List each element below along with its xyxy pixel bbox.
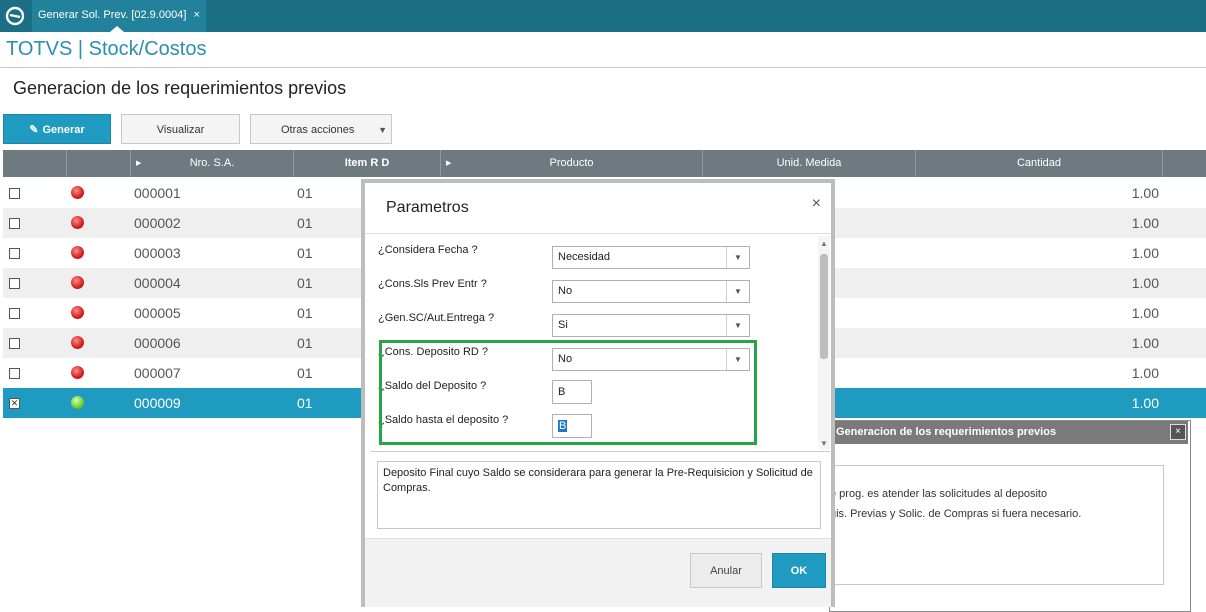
params-scrollbar[interactable]: ▲ ▼	[818, 236, 830, 450]
param-label: ¿Gen.SC/Aut.Entrega ?	[378, 312, 495, 324]
cell-nro: 000004	[134, 275, 181, 291]
background-dialog-line-2: uis. Previas y Solic. de Compras si fuer…	[830, 508, 1082, 520]
background-dialog-line-1: e prog. es atender las solicitudes al de…	[830, 488, 1048, 500]
cell-cantidad: 1.00	[1131, 305, 1159, 321]
scroll-thumb[interactable]	[820, 254, 828, 359]
status-green-icon	[71, 396, 84, 409]
cell-nro: 000001	[134, 185, 181, 201]
generar-label: Generar	[42, 124, 85, 136]
parameters-panel: ¿Considera Fecha ? Necesidad ▼ ¿Cons.Sls…	[370, 236, 830, 452]
divider	[365, 233, 831, 234]
highlight-box	[379, 340, 757, 445]
sort-arrow-icon: ▶	[136, 160, 142, 167]
header-item-rd[interactable]: Item R D	[294, 150, 441, 177]
row-checkbox[interactable]	[9, 368, 20, 379]
row-checkbox[interactable]	[9, 308, 20, 319]
param-label: ¿Cons.Sls Prev Entr ?	[378, 278, 487, 290]
background-dialog-title: Generacion de los requerimientos previos	[830, 421, 1188, 444]
row-checkbox[interactable]	[9, 218, 20, 229]
cell-nro: 000003	[134, 245, 181, 261]
cell-item: 01	[297, 185, 313, 201]
page-title: Generacion de los requerimientos previos	[13, 78, 347, 98]
cell-item: 01	[297, 335, 313, 351]
otras-acciones-button[interactable]: Otras acciones ▼	[250, 114, 392, 144]
param-label: ¿Considera Fecha ?	[378, 244, 478, 256]
cell-cantidad: 1.00	[1131, 395, 1159, 411]
considera-fecha-select[interactable]: Necesidad ▼	[552, 246, 750, 269]
status-red-icon	[71, 366, 84, 379]
cell-nro: 000009	[134, 395, 181, 411]
cell-nro: 000002	[134, 215, 181, 231]
row-checkbox[interactable]	[9, 248, 20, 259]
tab-label: Generar Sol. Prev. [02.9.0004]	[38, 9, 187, 21]
cell-item: 01	[297, 245, 313, 261]
dropdown-arrow-icon: ▼	[378, 125, 387, 135]
tab-close-icon[interactable]: ×	[193, 9, 199, 21]
background-dialog-close-icon[interactable]: ×	[1170, 424, 1186, 440]
row-checkbox[interactable]	[9, 278, 20, 289]
pencil-icon: ✎	[29, 124, 39, 136]
cell-item: 01	[297, 215, 313, 231]
status-red-icon	[71, 336, 84, 349]
row-checkbox[interactable]	[9, 188, 20, 199]
scroll-up-icon[interactable]: ▲	[820, 239, 828, 248]
header-producto[interactable]: ▶ Producto	[441, 150, 703, 177]
chevron-down-icon[interactable]: ▼	[726, 281, 749, 302]
cell-item: 01	[297, 305, 313, 321]
row-checkbox-checked[interactable]: ✕	[9, 398, 20, 409]
top-bar: Generar Sol. Prev. [02.9.0004] ×	[0, 0, 1206, 32]
cell-nro: 000005	[134, 305, 181, 321]
cell-cantidad: 1.00	[1131, 275, 1159, 291]
otras-acciones-label: Otras acciones	[281, 124, 355, 136]
cell-cantidad: 1.00	[1131, 335, 1159, 351]
header-nro-sa[interactable]: ▶ Nro. S.A.	[131, 150, 294, 177]
gen-sc-aut-entrega-select[interactable]: Si ▼	[552, 314, 750, 337]
row-checkbox[interactable]	[9, 338, 20, 349]
parametros-dialog: Parametros × ¿Considera Fecha ? Necesida…	[361, 179, 835, 607]
app-header: TOTVS | Stock/Costos	[0, 32, 1206, 68]
brand-title: TOTVS | Stock/Costos	[6, 38, 207, 60]
dialog-footer: Anular OK	[365, 539, 831, 607]
dialog-title: Parametros	[386, 199, 469, 216]
parameter-description: Deposito Final cuyo Saldo se considerara…	[377, 461, 821, 529]
cell-item: 01	[297, 365, 313, 381]
cell-item: 01	[297, 275, 313, 291]
ok-button[interactable]: OK	[772, 553, 826, 588]
chevron-down-icon[interactable]: ▼	[726, 315, 749, 336]
header-unid-medida[interactable]: Unid. Medida	[703, 150, 916, 177]
cell-item: 01	[297, 395, 313, 411]
visualizar-button[interactable]: Visualizar	[121, 114, 240, 144]
sort-arrow-icon: ▶	[446, 160, 452, 167]
background-dialog: Generacion de los requerimientos previos…	[829, 420, 1191, 612]
header-status-col[interactable]	[67, 150, 131, 177]
cell-cantidad: 1.00	[1131, 365, 1159, 381]
cell-nro: 000007	[134, 365, 181, 381]
status-red-icon	[71, 246, 84, 259]
status-red-icon	[71, 306, 84, 319]
background-dialog-text-box: e prog. es atender las solicitudes al de…	[829, 465, 1164, 585]
generar-button[interactable]: ✎ Generar	[3, 114, 111, 144]
cell-nro: 000006	[134, 335, 181, 351]
chevron-down-icon[interactable]: ▼	[726, 247, 749, 268]
cell-cantidad: 1.00	[1131, 215, 1159, 231]
close-icon[interactable]: ×	[812, 195, 821, 213]
header-cantidad[interactable]: Cantidad	[916, 150, 1163, 177]
status-red-icon	[71, 276, 84, 289]
tab-generar-sol-prev[interactable]: Generar Sol. Prev. [02.9.0004] ×	[32, 0, 206, 32]
anular-button[interactable]: Anular	[690, 553, 762, 588]
header-checkbox-col[interactable]	[3, 150, 67, 177]
status-red-icon	[71, 186, 84, 199]
cell-cantidad: 1.00	[1131, 245, 1159, 261]
cell-cantidad: 1.00	[1131, 185, 1159, 201]
scroll-down-icon[interactable]: ▼	[820, 439, 828, 448]
cons-sls-prev-entr-select[interactable]: No ▼	[552, 280, 750, 303]
totvs-logo-icon[interactable]	[5, 6, 25, 26]
status-red-icon	[71, 216, 84, 229]
grid-header: ▶ Nro. S.A. Item R D ▶ Producto Unid. Medi…	[3, 150, 1206, 177]
